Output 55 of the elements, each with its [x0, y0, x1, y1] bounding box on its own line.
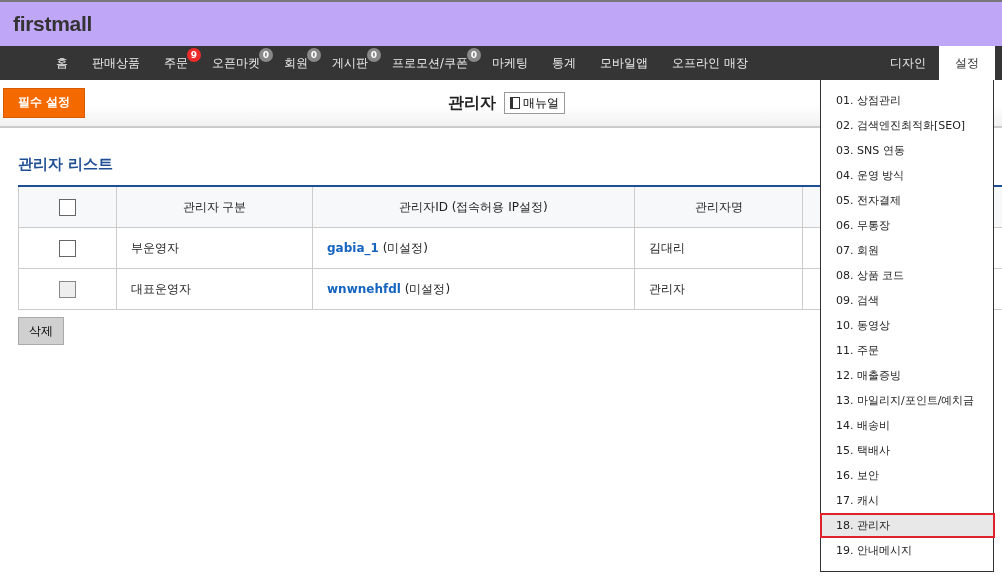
select-all-checkbox[interactable] [59, 198, 76, 216]
menu-item[interactable]: 17. 캐시 [821, 488, 993, 513]
table-cell: 부운영자 [116, 227, 313, 269]
menu-item[interactable]: 18. 관리자 [820, 513, 995, 538]
count-badge: 0 [259, 48, 273, 62]
nav-tab[interactable]: 게시판 0 [321, 46, 379, 80]
table-cell: 대표운영자 [116, 268, 313, 310]
count-badge: 0 [466, 48, 481, 62]
book-icon [510, 97, 520, 109]
menu-item[interactable]: 09. 검색 [821, 288, 993, 313]
menu-item[interactable]: 05. 전자결제 [821, 188, 993, 213]
menu-item[interactable]: 08. 상품 코드 [821, 263, 993, 288]
table-header-cell: 관리자ID (접속허용 IP설정) [312, 186, 635, 228]
count-badge: 0 [307, 48, 321, 62]
menu-item[interactable]: 14. 배송비 [821, 413, 993, 438]
menu-item[interactable]: 16. 보안 [821, 463, 993, 488]
nav-tab[interactable]: 디자인 [879, 46, 937, 80]
nav-tab[interactable]: 주문 9 [153, 46, 199, 80]
table-header-cell: 관리자 구분 [116, 186, 313, 228]
menu-item[interactable]: 06. 무통장 [821, 213, 993, 238]
nav-tab[interactable]: 모바일앱 [588, 46, 659, 80]
ip-setting-text: (미설정) [382, 240, 429, 255]
count-badge: 9 [187, 48, 201, 62]
count-badge: 0 [367, 48, 381, 62]
menu-item[interactable]: 13. 마일리지/포인트/예치금 [821, 388, 993, 413]
nav-tab[interactable]: 마케팅 [480, 46, 539, 80]
manual-button[interactable]: 매뉴얼 [504, 92, 565, 114]
table-header-cell: 관리자명 [634, 186, 803, 228]
delete-button[interactable]: 삭제 [18, 317, 64, 345]
menu-item[interactable]: 11. 주문 [821, 338, 993, 363]
menu-item[interactable]: 19. 안내메시지 [821, 538, 993, 563]
page-title: 관리자 [448, 92, 496, 114]
section-title: 관리자 리스트 [18, 155, 115, 174]
menu-item[interactable]: 04. 운영 방식 [821, 163, 993, 188]
menu-item[interactable]: 02. 검색엔진최적화[SEO] [821, 113, 993, 138]
menu-item[interactable]: 01. 상점관리 [821, 88, 993, 113]
nav-tab[interactable]: 홈 [45, 46, 79, 80]
admin-id-link[interactable]: gabia_1 [327, 240, 379, 255]
logo[interactable]: firstmall [13, 12, 92, 36]
row-checkbox[interactable] [59, 239, 76, 257]
table-cell: 관리자 [634, 268, 803, 310]
ip-setting-text: (미설정) [404, 281, 451, 296]
nav-tab[interactable]: 회원 0 [273, 46, 319, 80]
nav-tab[interactable]: 프로모션/쿠폰 0 [381, 46, 479, 80]
menu-item[interactable]: 03. SNS 연동 [821, 138, 993, 163]
nav-tab[interactable]: 오픈마켓 0 [201, 46, 271, 80]
nav-tab[interactable]: 판매상품 [81, 46, 151, 80]
table-cell: 김대리 [634, 227, 803, 269]
nav-tab[interactable]: 오프라인 매장 [660, 46, 759, 80]
menu-item[interactable]: 15. 택배사 [821, 438, 993, 463]
nav-tab[interactable]: 통계 [540, 46, 587, 80]
nav-tab[interactable]: 설정 [939, 46, 995, 80]
menu-item[interactable]: 07. 회원 [821, 238, 993, 263]
menu-item[interactable]: 10. 동영상 [821, 313, 993, 338]
menu-item[interactable]: 12. 매출증빙 [821, 363, 993, 388]
